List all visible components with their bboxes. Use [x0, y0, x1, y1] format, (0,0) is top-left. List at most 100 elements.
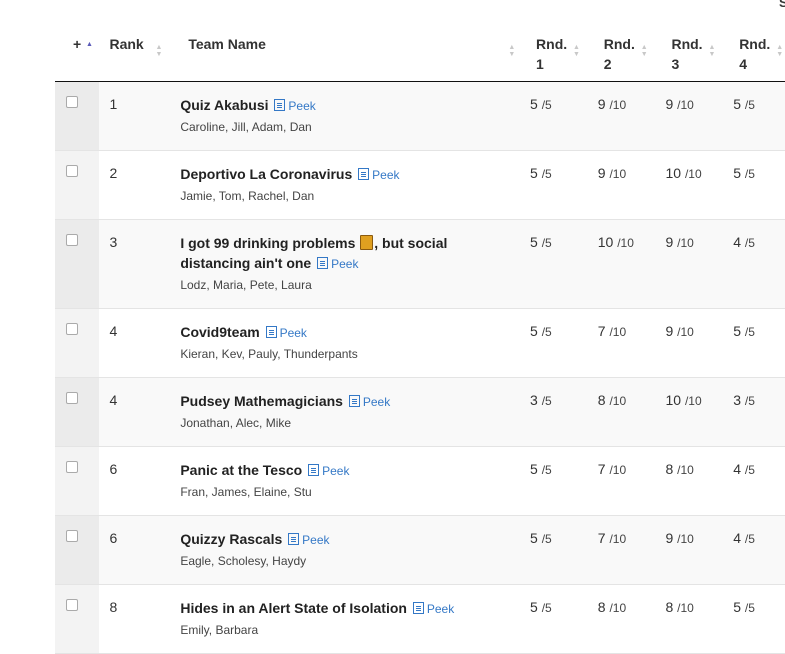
- round-score: 5 /5: [524, 234, 592, 250]
- round-score: 4 /5: [727, 530, 785, 546]
- score-value: 5: [530, 322, 538, 339]
- score-max: /5: [541, 393, 552, 408]
- round-header-label: Rnd.: [536, 36, 568, 52]
- round-4-column-header[interactable]: Rnd. 4 ▲ ▼: [727, 0, 785, 82]
- peek-link[interactable]: Peek: [286, 532, 330, 547]
- row-checkbox[interactable]: [66, 598, 78, 611]
- round-header-number: 4: [739, 56, 747, 72]
- peek-label: Peek: [302, 532, 330, 547]
- round-1-column-header[interactable]: Rnd. 1 ▲ ▼: [524, 0, 592, 82]
- team-name: Quizzy Rascals: [180, 530, 283, 547]
- score-value: 9: [597, 164, 606, 181]
- score-max: /5: [744, 235, 755, 250]
- peek-link[interactable]: Peek: [306, 463, 350, 478]
- round-header-number: 3: [671, 56, 680, 72]
- round-score: 5 /5: [524, 323, 592, 339]
- row-checkbox[interactable]: [66, 391, 78, 404]
- sort-icon[interactable]: ▲ ▼: [573, 44, 580, 58]
- peek-link[interactable]: Peek: [264, 325, 307, 340]
- peek-link[interactable]: Peek: [411, 601, 454, 616]
- table-row: 2 Deportivo La Coronavirus Peek Jamie, T…: [55, 150, 785, 220]
- rank-value: 2: [109, 164, 118, 181]
- row-select-cell: [55, 446, 100, 516]
- row-checkbox[interactable]: [66, 95, 78, 108]
- rank-column-header[interactable]: Rank ▲ ▼: [99, 0, 181, 82]
- sort-icon[interactable]: ▲ ▼: [776, 44, 783, 58]
- document-icon: [317, 256, 329, 269]
- score-max: /10: [677, 600, 694, 615]
- peek-label: Peek: [322, 463, 350, 478]
- document-icon: [412, 601, 424, 614]
- round-header-number: 2: [603, 56, 612, 72]
- row-select-cell: [55, 81, 100, 151]
- team-name: Hides in an Alert State of Isolation: [180, 599, 407, 616]
- round-score: 9 /10: [659, 234, 727, 250]
- peek-label: Peek: [362, 394, 391, 409]
- sort-icon[interactable]: ▲ ▼: [641, 44, 648, 58]
- score-value: 8: [597, 598, 606, 615]
- row-select-cell: [55, 584, 100, 654]
- row-checkbox[interactable]: [66, 233, 78, 246]
- peek-label: Peek: [372, 167, 400, 182]
- score-max: /5: [744, 393, 755, 408]
- sort-icon[interactable]: ▲ ▼: [155, 44, 162, 58]
- sort-icon[interactable]: ▲ ▼: [708, 44, 715, 58]
- rank-value: 1: [109, 95, 118, 112]
- team-column-header[interactable]: Team Name ▲ ▼: [180, 0, 525, 82]
- score-max: /10: [609, 324, 627, 339]
- score-max: /5: [744, 600, 755, 615]
- row-checkbox[interactable]: [66, 164, 78, 177]
- score-max: /5: [541, 166, 552, 181]
- sort-asc-icon[interactable]: ▲: [86, 41, 93, 48]
- sort-icon[interactable]: ▲ ▼: [508, 44, 515, 58]
- table-row: 6 Quizzy Rascals Peek Eagle, Scholesy, H…: [55, 515, 785, 585]
- team-members: Eagle, Scholesy, Haydy: [180, 553, 307, 568]
- round-score: 10 /10: [592, 234, 660, 250]
- rank-value: 6: [109, 460, 118, 477]
- round-2-column-header[interactable]: Rnd. 2 ▲ ▼: [591, 0, 660, 82]
- row-checkbox[interactable]: [66, 529, 78, 542]
- score-max: /10: [609, 600, 627, 615]
- score-max: /10: [684, 166, 702, 181]
- score-max: /5: [744, 531, 755, 546]
- score-value: 7: [597, 322, 606, 339]
- round-score: 5 /5: [524, 599, 592, 615]
- peek-link[interactable]: Peek: [347, 394, 391, 409]
- table-row: 1 Quiz Akabusi Peek Caroline, Jill, Adam…: [55, 81, 785, 151]
- score-value: 9: [665, 95, 674, 112]
- row-select-cell: [55, 515, 100, 585]
- score-value: 5: [530, 529, 538, 546]
- round-score: 5 /5: [727, 96, 785, 112]
- select-all-toggle[interactable]: +: [73, 34, 81, 54]
- score-value: 3: [530, 391, 538, 408]
- score-max: /5: [541, 462, 552, 477]
- select-column-header[interactable]: + ▲: [55, 0, 100, 82]
- peek-link[interactable]: Peek: [356, 167, 400, 182]
- team-members: Jamie, Tom, Rachel, Dan: [180, 188, 315, 203]
- round-score: 5 /5: [524, 461, 592, 477]
- peek-link[interactable]: Peek: [315, 256, 358, 271]
- score-value: 9: [665, 529, 674, 546]
- score-value: 5: [530, 95, 538, 112]
- document-icon: [358, 167, 370, 180]
- round-score: 5 /5: [524, 96, 592, 112]
- score-value: 5: [733, 598, 741, 615]
- score-max: /10: [609, 531, 627, 546]
- rank-value: 4: [109, 322, 118, 339]
- round-3-column-header[interactable]: Rnd. 3 ▲ ▼: [659, 0, 728, 82]
- round-score: 5 /5: [727, 165, 785, 181]
- score-value: 5: [530, 233, 538, 250]
- score-max: /5: [541, 324, 552, 339]
- round-score: 5 /5: [727, 599, 785, 615]
- score-max: /10: [609, 393, 627, 408]
- round-score: 7 /10: [592, 323, 660, 339]
- team-name: Panic at the Tesco: [180, 461, 303, 478]
- round-score: 4 /5: [727, 234, 785, 250]
- row-checkbox[interactable]: [66, 460, 78, 473]
- row-checkbox[interactable]: [66, 322, 78, 335]
- score-max: /10: [677, 462, 694, 477]
- team-name: Covid9team: [180, 323, 260, 340]
- peek-link[interactable]: Peek: [272, 98, 316, 113]
- round-score: 9 /10: [659, 530, 727, 546]
- header-row: + ▲ Rank ▲ ▼ Team Name ▲ ▼ Rnd. 1 ▲ ▼ Rnd. 2 …: [55, 0, 785, 82]
